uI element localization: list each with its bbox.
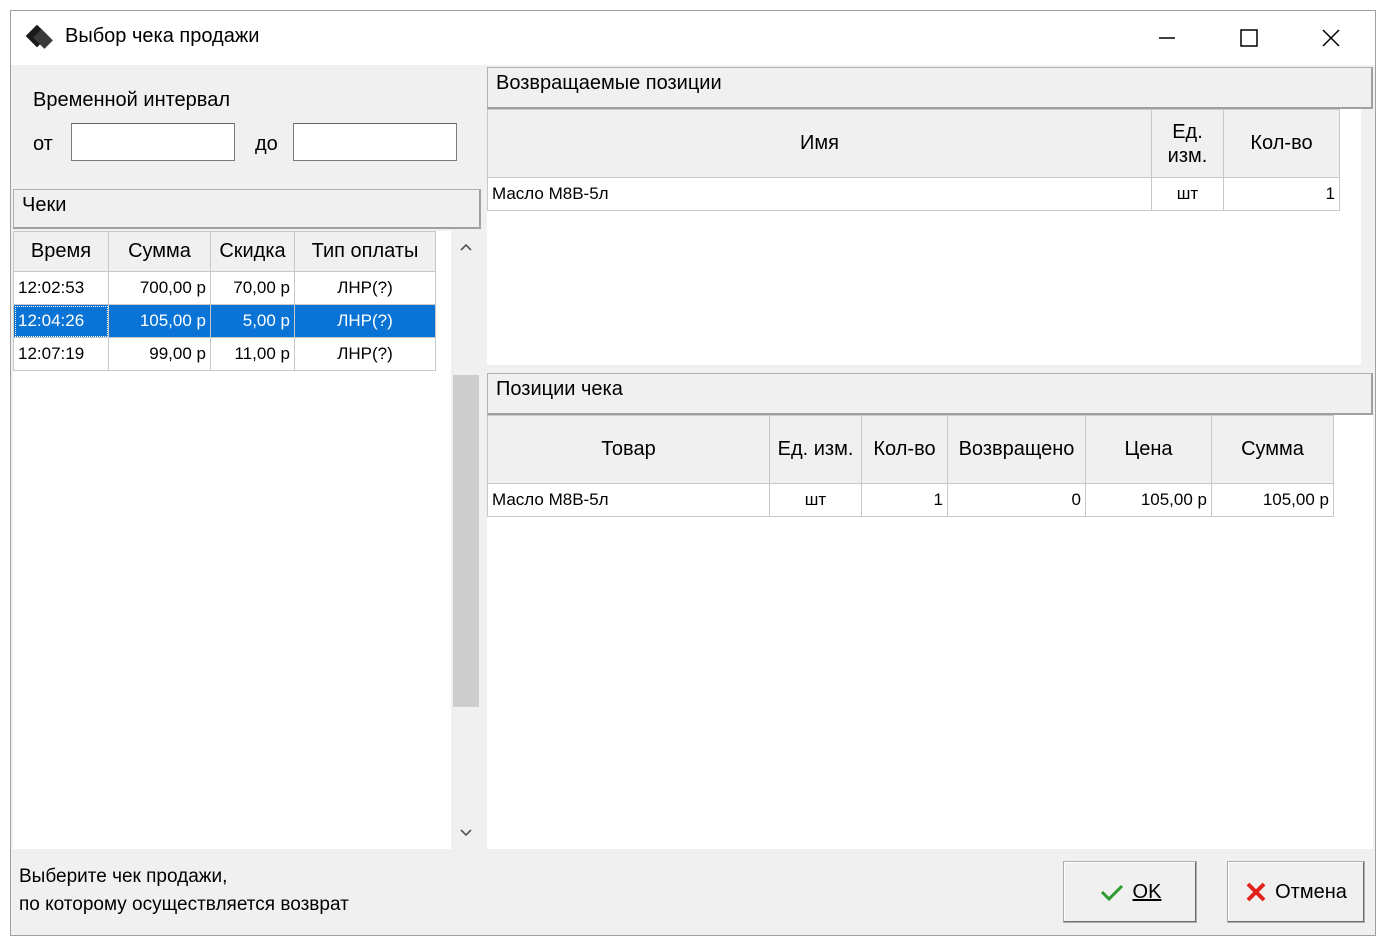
cell-product: Масло М8В-5л [487,483,770,517]
cell-qty: 1 [861,483,948,517]
col-discount[interactable]: Скидка [210,231,295,272]
cell-discount: 11,00 р [210,337,295,371]
minimize-button[interactable] [1127,11,1207,65]
cell-time: 12:02:53 [13,271,109,305]
col-qty[interactable]: Кол-во [1223,109,1340,178]
dialog-window: Выбор чека продажи Временной интервал от… [10,10,1376,936]
positions-table: Товар Ед. изм. Кол-во Возвращено Цена Су… [487,415,1334,517]
title-bar[interactable]: Выбор чека продажи [11,11,1375,65]
cell-sum: 105,00 р [1211,483,1334,517]
receipts-table: Время Сумма Скидка Тип оплаты 12:02:53 7… [13,231,436,371]
returned-header: Возвращаемые позиции [487,67,1373,109]
to-label: до [255,133,278,155]
cell-returned: 0 [947,483,1086,517]
close-button[interactable] [1291,11,1371,65]
cancel-x-icon [1246,882,1266,902]
cell-sum: 99,00 р [108,337,211,371]
col-time[interactable]: Время [13,231,109,272]
status-line-2: по которому осуществляется возврат [19,894,349,915]
ok-button-label: OK [1132,880,1162,903]
receipts-grid: Время Сумма Скидка Тип оплаты 12:02:53 7… [13,231,451,849]
col-unit-line2: изм. [1167,144,1208,167]
cell-discount: 70,00 р [210,271,295,305]
cell-time: 12:04:26 [13,304,109,338]
status-line-1: Выберите чек продажи, [19,866,228,887]
receipts-scrollbar[interactable] [451,231,481,849]
col-sum[interactable]: Сумма [1211,415,1334,484]
col-product[interactable]: Товар [487,415,770,484]
cell-name: Масло М8В-5л [487,177,1152,211]
table-row-selected[interactable]: 12:04:26 105,00 р 5,00 р ЛНР(?) [13,304,436,338]
receipts-header: Чеки [13,189,481,229]
scroll-up-icon[interactable] [456,237,476,257]
col-qty[interactable]: Кол-во [861,415,948,484]
interval-label: Временной интервал [33,89,230,111]
cancel-button[interactable]: Отмена [1227,861,1365,923]
receipts-header-label: Чеки [22,194,67,216]
returned-table: Имя Ед. изм. Кол-во Масло М8В-5л шт 1 [487,109,1340,211]
maximize-button[interactable] [1209,11,1289,65]
col-returned[interactable]: Возвращено [947,415,1086,484]
col-unit[interactable]: Ед. изм. [769,415,862,484]
table-row[interactable]: 12:07:19 99,00 р 11,00 р ЛНР(?) [13,337,436,371]
cell-unit: шт [1151,177,1224,211]
positions-header: Позиции чека [487,373,1373,415]
positions-grid: Товар Ед. изм. Кол-во Возвращено Цена Су… [487,415,1373,849]
cell-price: 105,00 р [1085,483,1212,517]
positions-header-label: Позиции чека [496,378,623,400]
status-message: Выберите чек продажи, по которому осущес… [19,863,349,919]
checkmark-icon [1100,884,1123,902]
table-row[interactable]: Масло М8В-5л шт 1 0 105,00 р 105,00 р [487,483,1334,517]
cell-qty: 1 [1223,177,1340,211]
col-unit[interactable]: Ед. изм. [1151,109,1224,178]
close-icon [1322,29,1340,47]
maximize-icon [1240,29,1258,47]
cell-payment: ЛНР(?) [294,304,436,338]
cell-time: 12:07:19 [13,337,109,371]
from-date-input[interactable] [71,123,235,161]
ok-button[interactable]: OK [1063,861,1197,923]
col-unit-line1: Ед. [1172,120,1203,143]
cell-unit: шт [769,483,862,517]
cancel-button-label: Отмена [1275,880,1347,903]
col-payment-type[interactable]: Тип оплаты [294,231,436,272]
scroll-thumb[interactable] [453,375,479,707]
table-row[interactable]: Масло М8В-5л шт 1 [487,177,1340,211]
cell-sum: 700,00 р [108,271,211,305]
returned-header-label: Возвращаемые позиции [496,72,722,94]
returned-grid: Имя Ед. изм. Кол-во Масло М8В-5л шт 1 [487,109,1361,365]
app-icon [25,24,53,49]
cell-payment: ЛНР(?) [294,271,436,305]
to-date-input[interactable] [293,123,457,161]
table-row[interactable]: 12:02:53 700,00 р 70,00 р ЛНР(?) [13,271,436,305]
cell-discount: 5,00 р [210,304,295,338]
from-label: от [33,133,53,155]
col-sum[interactable]: Сумма [108,231,211,272]
col-price[interactable]: Цена [1085,415,1212,484]
window-title: Выбор чека продажи [65,25,260,47]
minimize-icon [1159,37,1175,39]
col-name[interactable]: Имя [487,109,1152,178]
scroll-down-icon[interactable] [456,823,476,843]
cell-payment: ЛНР(?) [294,337,436,371]
cell-sum: 105,00 р [108,304,211,338]
